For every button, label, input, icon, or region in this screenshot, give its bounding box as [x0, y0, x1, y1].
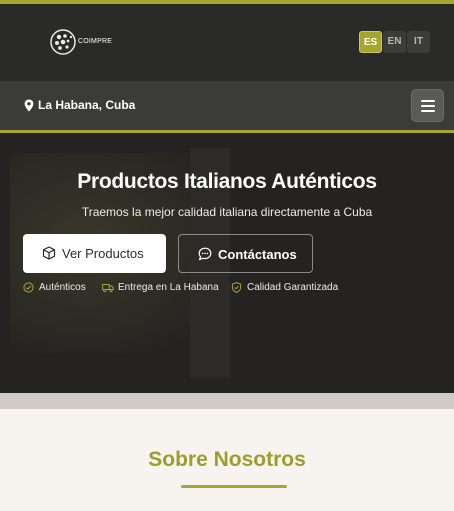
- site-header: COIMPRE ES EN IT: [0, 4, 454, 81]
- location-text: La Habana, Cuba: [38, 98, 136, 112]
- contact-label: Contáctanos: [218, 247, 297, 262]
- brand-logo[interactable]: COIMPRE: [48, 25, 112, 61]
- shield-check-icon: [231, 282, 242, 293]
- about-title: Sobre Nosotros: [148, 448, 306, 471]
- logo-text: COIMPRE: [78, 38, 113, 45]
- feature-quality-label: Calidad Garantizada: [247, 282, 339, 293]
- hero-section: Productos Italianos Auténticos Traemos l…: [0, 133, 454, 393]
- view-products-button[interactable]: Ver Productos: [23, 234, 166, 273]
- feature-delivery-label: Entrega en La Habana: [118, 282, 219, 293]
- box-icon: [42, 246, 56, 260]
- check-circle-icon: [23, 282, 34, 293]
- hero-title: Productos Italianos Auténticos: [77, 170, 377, 193]
- chat-bubble-icon: [198, 247, 212, 261]
- map-pin-icon: [24, 99, 34, 112]
- contact-button[interactable]: Contáctanos: [178, 234, 313, 273]
- hero-subtitle: Traemos la mejor calidad italiana direct…: [81, 205, 373, 219]
- about-title-underline: [181, 485, 287, 488]
- language-en-button[interactable]: EN: [383, 31, 406, 53]
- truck-icon: [102, 284, 114, 293]
- language-es-button[interactable]: ES: [359, 31, 382, 53]
- feature-authentic-label: Auténticos: [39, 282, 86, 293]
- hamburger-menu-icon: [421, 100, 435, 102]
- language-it-button[interactable]: IT: [407, 31, 430, 53]
- view-products-label: Ver Productos: [62, 246, 144, 261]
- globe-logo-icon: [50, 29, 76, 55]
- about-section: Sobre Nosotros: [0, 409, 454, 511]
- location-bar: La Habana, Cuba: [0, 81, 454, 130]
- hamburger-menu-button[interactable]: [411, 89, 444, 122]
- section-divider: [0, 393, 454, 409]
